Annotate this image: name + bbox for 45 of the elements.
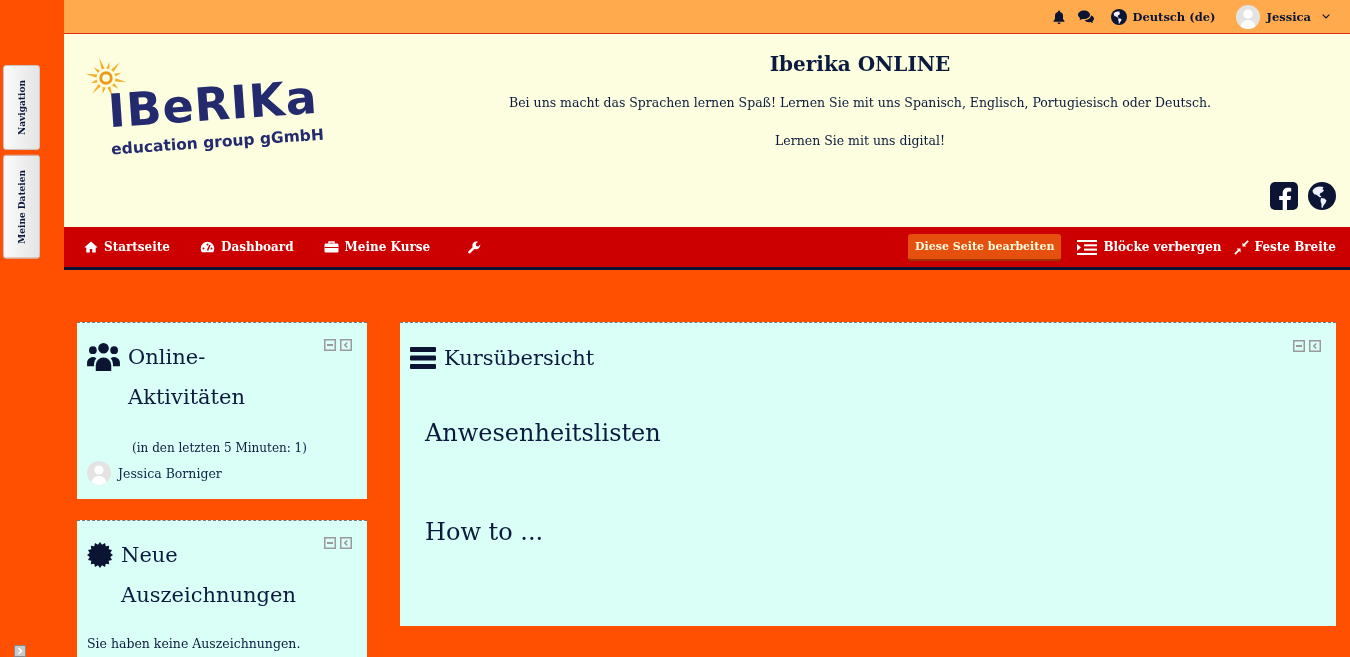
site-title: Iberika ONLINE: [769, 52, 951, 76]
globe-icon: [1111, 8, 1128, 25]
nav-link[interactable]: Dashboard: [200, 240, 294, 254]
chat-icon[interactable]: [1078, 10, 1095, 23]
language-menu[interactable]: Deutsch (de): [1111, 8, 1216, 25]
wrench-icon[interactable]: [468, 240, 482, 254]
avatar-icon: [87, 461, 111, 485]
block-title: Neue Auszeichnungen: [121, 542, 297, 609]
expand-icon[interactable]: [14, 645, 26, 657]
bell-icon[interactable]: [1053, 9, 1066, 24]
user-menu[interactable]: Jessica: [1236, 4, 1330, 29]
block-title: Kursübersicht: [444, 345, 596, 372]
caret-icon: [1322, 14, 1330, 19]
briefcase-icon: [323, 241, 339, 253]
nav-link[interactable]: Startseite: [84, 240, 170, 254]
dock-icon[interactable]: [1309, 340, 1321, 352]
facebook-icon[interactable]: [1270, 182, 1298, 210]
dock-icon[interactable]: [340, 537, 352, 549]
users-icon: [87, 342, 120, 371]
seal-icon: [87, 542, 113, 568]
home-icon: [84, 241, 98, 253]
compress-icon: [1233, 239, 1249, 255]
user-link[interactable]: Jessica Borniger: [118, 465, 222, 481]
dock-icon[interactable]: [340, 339, 352, 351]
indent-icon: [1077, 239, 1098, 255]
header-text: Lernen Sie mit uns digital!: [775, 132, 945, 150]
course-link[interactable]: How to ...: [425, 512, 544, 552]
block-title: Online-Aktivitäten: [128, 344, 246, 411]
avatar-icon: [1236, 4, 1261, 29]
minimize-icon[interactable]: [324, 339, 336, 351]
header-text: Bei uns macht das Sprachen lernen Spaß! Lernen Sie mit uns Spanisch, Englisch, Portugiesisch oder Deutsch.: [509, 94, 1211, 112]
course-link[interactable]: Anwesenheitslisten: [425, 413, 661, 453]
dashboard-icon: [200, 241, 215, 253]
globe-icon[interactable]: [1308, 182, 1336, 210]
nav-link[interactable]: Meine Kurse: [323, 240, 431, 254]
menu-icon: [410, 347, 436, 369]
nav-action-link[interactable]: Blöcke verbergen: [1077, 239, 1222, 255]
dock-tab[interactable]: Meine Dateien: [3, 154, 40, 259]
dock-tab[interactable]: Navigation: [3, 65, 40, 150]
badges-message: Sie haben keine Auszeichnungen.: [87, 635, 302, 653]
edit-page-button[interactable]: Diese Seite bearbeiten: [908, 233, 1062, 261]
online-note: (in den letzten 5 Minuten: 1): [131, 440, 308, 457]
nav-action-link[interactable]: Feste Breite: [1233, 239, 1336, 255]
minimize-icon[interactable]: [324, 537, 336, 549]
minimize-icon[interactable]: [1293, 340, 1305, 352]
